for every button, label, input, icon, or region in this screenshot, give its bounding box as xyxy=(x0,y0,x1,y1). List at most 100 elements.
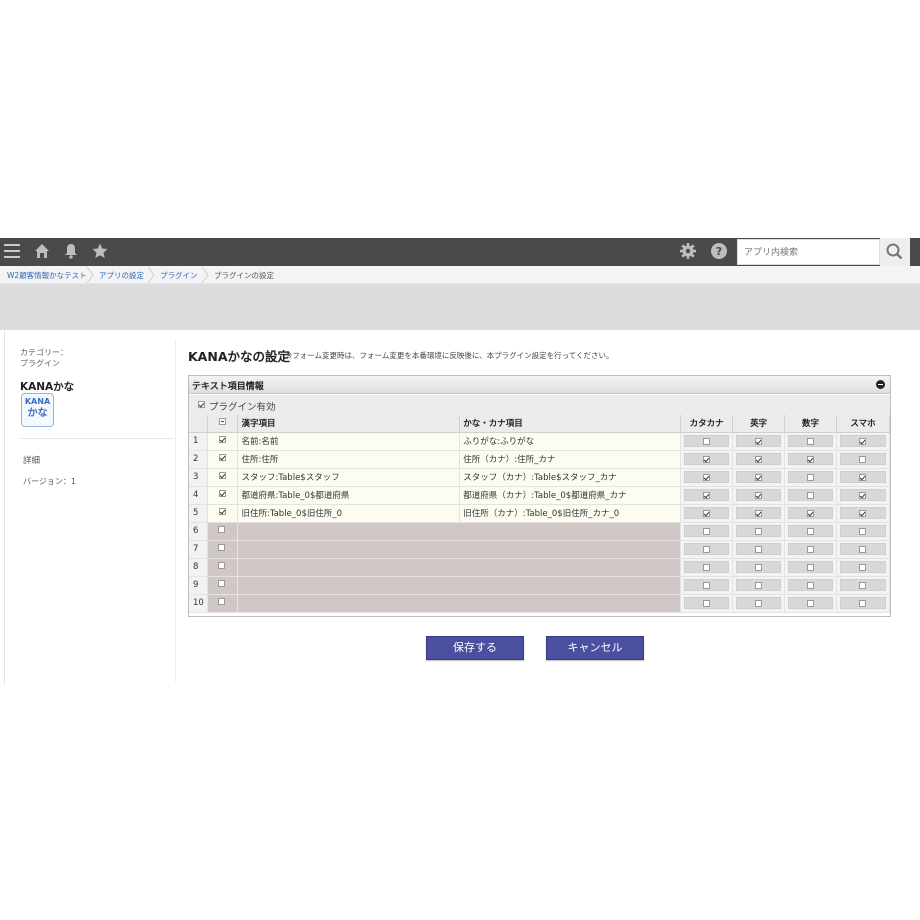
eiji-checkbox[interactable] xyxy=(754,546,762,553)
empty-field-cell[interactable] xyxy=(237,558,682,577)
plugin-icon-line1: KANA xyxy=(24,397,51,406)
katakana-checkbox[interactable] xyxy=(702,600,710,607)
suji-checkbox[interactable] xyxy=(806,510,814,517)
row-checkbox[interactable] xyxy=(218,526,226,533)
kana-field-cell[interactable]: 住所（カナ）:住所_カナ xyxy=(459,450,682,469)
kana-field-cell[interactable]: 都道府県（カナ）:Table_0$都道府県_カナ xyxy=(459,486,682,505)
sumaho-checkbox[interactable] xyxy=(859,492,866,499)
katakana-option-box xyxy=(684,471,730,483)
header-eiji: 英字 xyxy=(732,415,786,433)
home-icon[interactable] xyxy=(32,242,52,262)
eiji-checkbox[interactable] xyxy=(754,600,762,607)
kanji-field-cell[interactable]: 名前:名前 xyxy=(237,432,461,451)
empty-field-cell[interactable] xyxy=(237,540,682,559)
kanji-field-cell[interactable]: 都道府県:Table_0$都道府県 xyxy=(237,486,461,505)
katakana-checkbox[interactable] xyxy=(702,474,710,481)
katakana-checkbox[interactable] xyxy=(702,492,710,499)
search-input[interactable] xyxy=(738,241,879,265)
eiji-checkbox[interactable] xyxy=(754,528,762,535)
search-button[interactable] xyxy=(880,238,910,266)
search-field[interactable] xyxy=(737,239,880,265)
save-button[interactable]: 保存する xyxy=(426,636,524,660)
suji-checkbox[interactable] xyxy=(806,564,814,571)
detail-link[interactable]: 詳細 xyxy=(23,454,40,466)
sumaho-checkbox[interactable] xyxy=(859,474,866,481)
suji-checkbox[interactable] xyxy=(806,438,814,445)
kana-field-cell[interactable]: ふりがな:ふりがな xyxy=(459,432,682,451)
select-all-checkbox[interactable] xyxy=(219,418,227,426)
katakana-checkbox[interactable] xyxy=(702,564,710,571)
kanji-field-cell[interactable]: 旧住所:Table_0$旧住所_0 xyxy=(237,504,461,523)
suji-checkbox[interactable] xyxy=(806,546,814,553)
row-checkbox[interactable] xyxy=(218,580,226,587)
row-checkbox[interactable] xyxy=(219,436,227,443)
row-checkbox[interactable] xyxy=(219,490,227,497)
sumaho-checkbox[interactable] xyxy=(859,510,866,517)
plugin-name: KANAかな xyxy=(20,381,75,393)
table-row: 6 xyxy=(189,522,890,541)
suji-checkbox[interactable] xyxy=(806,492,814,499)
sumaho-option-box xyxy=(840,453,886,465)
menu-icon[interactable] xyxy=(4,244,20,260)
sumaho-checkbox[interactable] xyxy=(859,528,866,535)
collapse-icon[interactable] xyxy=(876,380,885,389)
bell-icon[interactable] xyxy=(61,242,81,262)
eiji-checkbox[interactable] xyxy=(754,582,762,589)
row-checkbox[interactable] xyxy=(218,598,226,605)
suji-checkbox[interactable] xyxy=(806,582,814,589)
breadcrumb-current: プラグインの設定 xyxy=(214,271,274,280)
star-icon[interactable] xyxy=(90,242,110,262)
empty-field-cell[interactable] xyxy=(237,522,682,541)
eiji-option-cell xyxy=(732,486,786,505)
row-checkbox[interactable] xyxy=(218,562,226,569)
row-checkbox[interactable] xyxy=(219,472,227,479)
suji-checkbox[interactable] xyxy=(806,474,814,481)
breadcrumb-app[interactable]: W2顧客情報かなテスト xyxy=(7,270,87,281)
sumaho-checkbox[interactable] xyxy=(859,546,866,553)
sumaho-option-cell xyxy=(836,522,890,541)
suji-checkbox[interactable] xyxy=(806,600,814,607)
gear-icon[interactable] xyxy=(678,242,698,262)
sumaho-checkbox[interactable] xyxy=(859,438,866,445)
eiji-checkbox[interactable] xyxy=(754,492,762,499)
row-checkbox[interactable] xyxy=(219,454,227,461)
eiji-checkbox[interactable] xyxy=(754,510,762,517)
eiji-checkbox[interactable] xyxy=(754,456,762,463)
katakana-checkbox[interactable] xyxy=(702,510,710,517)
kanji-field-cell[interactable]: 住所:住所 xyxy=(237,450,461,469)
katakana-option-box xyxy=(684,543,730,555)
suji-checkbox[interactable] xyxy=(806,456,814,463)
sumaho-checkbox[interactable] xyxy=(859,456,866,463)
katakana-option-cell xyxy=(680,468,734,487)
katakana-checkbox[interactable] xyxy=(702,528,710,535)
sumaho-option-box xyxy=(840,561,886,573)
sumaho-checkbox[interactable] xyxy=(859,600,866,607)
katakana-checkbox[interactable] xyxy=(702,582,710,589)
katakana-checkbox[interactable] xyxy=(702,438,710,445)
breadcrumb-app-settings[interactable]: アプリの設定 xyxy=(99,270,144,281)
eiji-checkbox[interactable] xyxy=(754,474,762,481)
help-icon[interactable]: ? xyxy=(709,242,729,262)
sumaho-checkbox[interactable] xyxy=(859,582,866,589)
breadcrumb-plugin[interactable]: プラグイン xyxy=(160,270,198,281)
sumaho-checkbox[interactable] xyxy=(859,564,866,571)
plugin-enabled-checkbox[interactable] xyxy=(198,401,205,408)
row-checkbox[interactable] xyxy=(219,508,227,515)
empty-field-cell[interactable] xyxy=(237,576,682,595)
empty-field-cell[interactable] xyxy=(237,594,682,613)
suji-option-cell xyxy=(784,594,838,613)
plugin-enabled-label[interactable]: プラグイン有効 xyxy=(209,399,276,413)
breadcrumb: W2顧客情報かなテスト アプリの設定 プラグイン プラグインの設定 xyxy=(0,266,920,284)
katakana-checkbox[interactable] xyxy=(702,456,710,463)
row-select-cell xyxy=(207,432,239,451)
row-checkbox[interactable] xyxy=(218,544,226,551)
kana-field-cell[interactable]: スタッフ（カナ）:Table$スタッフ_カナ xyxy=(459,468,682,487)
suji-checkbox[interactable] xyxy=(806,528,814,535)
eiji-checkbox[interactable] xyxy=(754,564,762,571)
kanji-field-cell[interactable]: スタッフ:Table$スタッフ xyxy=(237,468,461,487)
kana-field-cell[interactable]: 旧住所（カナ）:Table_0$旧住所_カナ_0 xyxy=(459,504,682,523)
sumaho-option-box xyxy=(840,435,886,447)
eiji-checkbox[interactable] xyxy=(754,438,762,445)
katakana-checkbox[interactable] xyxy=(702,546,710,553)
cancel-button[interactable]: キャンセル xyxy=(546,636,644,660)
